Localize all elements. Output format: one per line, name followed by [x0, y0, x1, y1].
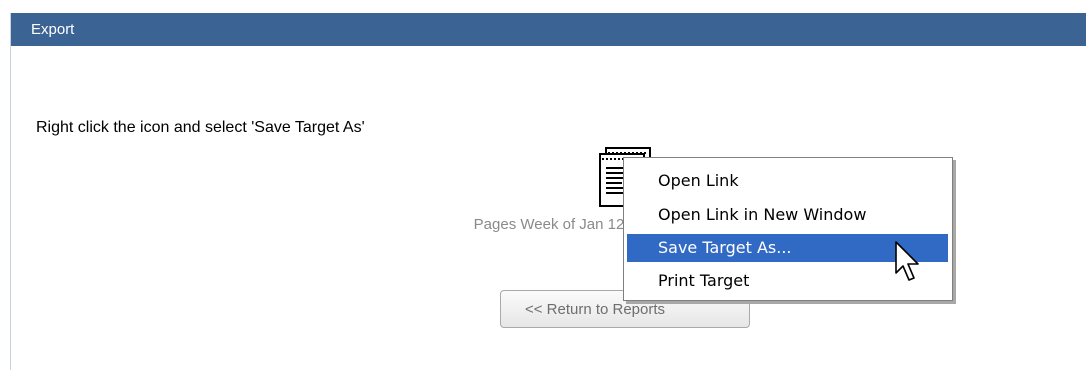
menu-item-open-link-new-window[interactable]: Open Link in New Window [627, 201, 948, 229]
instruction-text: Right click the icon and select 'Save Ta… [36, 119, 365, 136]
mouse-pointer-icon [895, 241, 921, 285]
return-button-label: << Return to Reports [524, 300, 666, 318]
panel-header: Export [11, 13, 1086, 46]
menu-item-open-link[interactable]: Open Link [627, 167, 948, 195]
